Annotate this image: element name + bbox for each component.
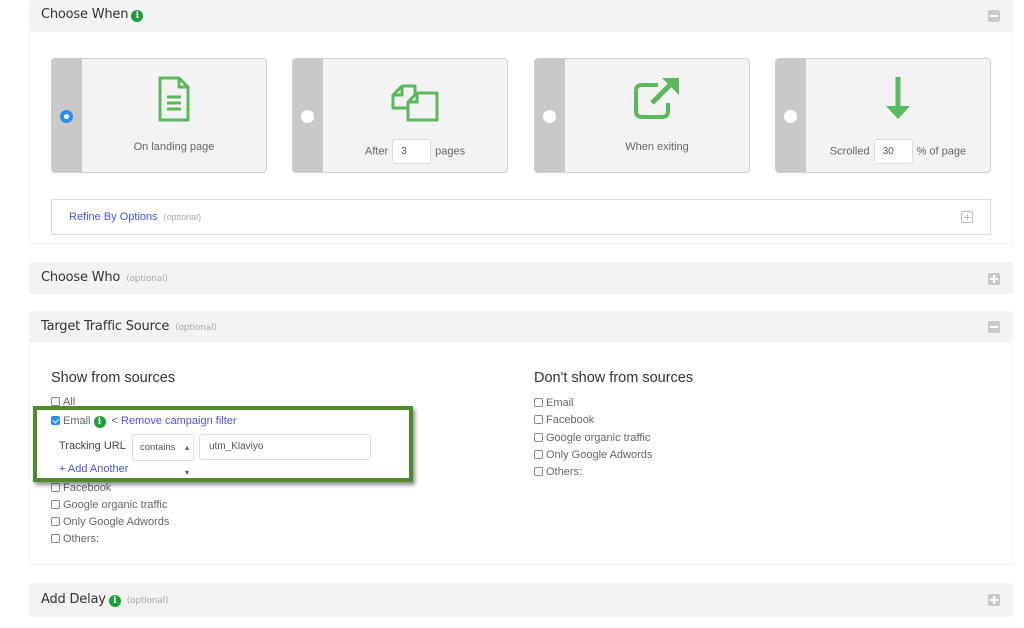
checkbox[interactable]: [534, 433, 543, 442]
tracking-url-input[interactable]: utm_Klaviyo: [199, 434, 371, 460]
show-source-google-organic[interactable]: Google organic traffic: [51, 497, 167, 513]
dont-show-source-google-adwords[interactable]: Only Google Adwords: [534, 447, 652, 463]
radio-scrolled[interactable]: [784, 110, 797, 123]
external-link-icon: [565, 75, 749, 125]
show-source-email[interactable]: Email i < Remove campaign filter: [51, 415, 237, 428]
option-label: After 3 pages: [323, 139, 507, 164]
scroll-percent-input[interactable]: 30: [873, 139, 913, 164]
choose-when-header[interactable]: Choose When i: [29, 0, 1013, 32]
remove-campaign-filter-link[interactable]: < Remove campaign filter: [112, 415, 237, 427]
arrow-down-icon: [806, 75, 990, 125]
refine-by-options[interactable]: Refine By Options (optional): [51, 199, 991, 235]
dont-show-source-google-organic[interactable]: Google organic traffic: [534, 430, 650, 446]
option-label: On landing page: [133, 141, 215, 153]
checkbox[interactable]: [534, 415, 543, 424]
option-scrolled[interactable]: Scrolled 30% of page: [775, 58, 991, 173]
add-delay-title: Add Delay i (optional): [41, 592, 169, 607]
option-on-landing-page[interactable]: On landing page: [51, 58, 267, 173]
checkbox[interactable]: [51, 483, 60, 492]
info-icon[interactable]: i: [108, 595, 121, 607]
radio-on-landing-page[interactable]: [60, 110, 73, 123]
refine-by-options-link[interactable]: Refine By Options (optional): [69, 211, 201, 223]
select-arrows-icon: ▴ ▾: [184, 443, 189, 477]
radio-after-pages[interactable]: [301, 110, 314, 123]
show-sources-heading: Show from sources: [51, 370, 176, 386]
show-source-others[interactable]: Others:: [51, 531, 99, 547]
checkbox-checked[interactable]: [51, 416, 60, 425]
option-when-exiting[interactable]: When exiting: [534, 58, 750, 173]
add-another-link[interactable]: + Add Another: [59, 463, 128, 475]
email-campaign-filter-highlight: Email i < Remove campaign filter Tracking …: [33, 406, 413, 482]
dont-show-source-others[interactable]: Others:: [534, 464, 582, 480]
option-label: When exiting: [625, 141, 689, 153]
dont-show-source-facebook[interactable]: Facebook: [534, 412, 594, 428]
document-icon: [82, 75, 266, 125]
collapse-icon[interactable]: [988, 321, 1000, 333]
choose-when-title: Choose When i: [41, 7, 144, 22]
collapse-icon[interactable]: [988, 10, 1000, 22]
checkbox[interactable]: [534, 450, 543, 459]
radio-when-exiting[interactable]: [543, 110, 556, 123]
target-traffic-header[interactable]: Target Traffic Source (optional): [29, 311, 1013, 343]
expand-icon[interactable]: [961, 211, 973, 223]
expand-icon[interactable]: [988, 594, 1000, 606]
target-traffic-title: Target Traffic Source (optional): [41, 319, 217, 334]
expand-icon[interactable]: [988, 273, 1000, 285]
option-after-pages[interactable]: After 3 pages: [292, 58, 508, 173]
dont-show-source-email[interactable]: Email: [534, 395, 574, 411]
operator-select[interactable]: contains ▴ ▾: [132, 434, 194, 477]
checkbox[interactable]: [534, 467, 543, 476]
dont-show-sources-heading: Don't show from sources: [534, 370, 694, 386]
checkbox[interactable]: [51, 397, 60, 406]
info-icon[interactable]: i: [131, 10, 144, 22]
option-label: Scrolled 30% of page: [806, 139, 990, 164]
checkbox[interactable]: [51, 500, 60, 509]
pages-count-input[interactable]: 3: [392, 139, 432, 164]
choose-who-title: Choose Who (optional): [41, 270, 168, 285]
checkbox[interactable]: [51, 517, 60, 526]
checkbox[interactable]: [51, 534, 60, 543]
add-delay-header[interactable]: Add Delay i (optional): [29, 583, 1013, 617]
tracking-url-label: Tracking URL: [59, 440, 126, 452]
checkbox[interactable]: [534, 398, 543, 407]
copy-pages-icon: [323, 75, 507, 125]
show-source-google-adwords[interactable]: Only Google Adwords: [51, 514, 169, 530]
info-icon[interactable]: i: [93, 416, 106, 428]
show-source-facebook[interactable]: Facebook: [51, 480, 111, 496]
choose-who-header[interactable]: Choose Who (optional): [29, 262, 1013, 294]
